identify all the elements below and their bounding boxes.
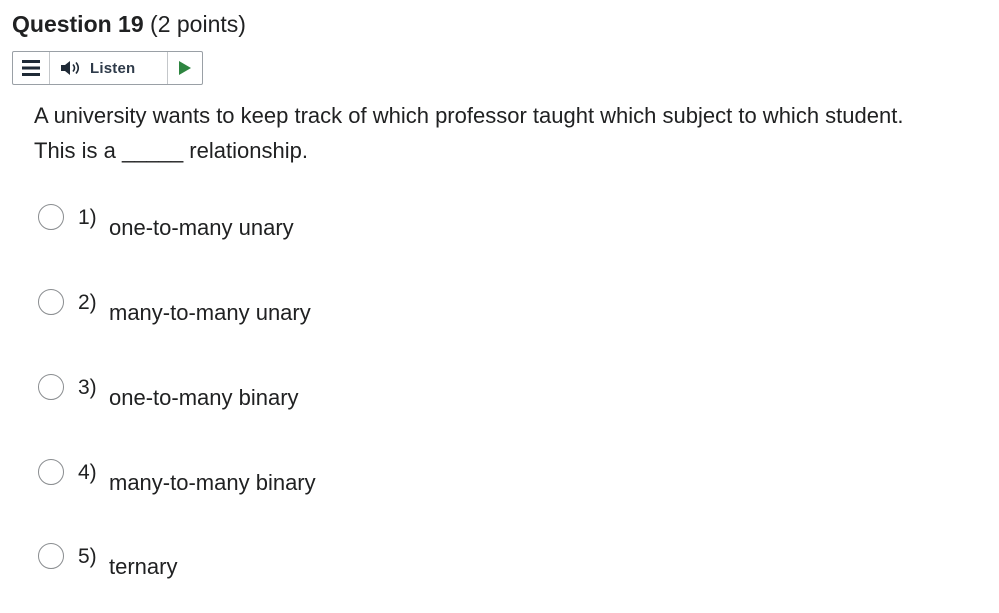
option-label: many-to-many binary bbox=[109, 470, 316, 495]
option-label: one-to-many unary bbox=[109, 215, 294, 240]
option-number: 4) bbox=[78, 461, 97, 484]
question-header: Question 19 (2 points) bbox=[12, 8, 246, 40]
hamburger-menu-icon bbox=[22, 60, 40, 76]
answer-option-3[interactable]: 3) one-to-many binary bbox=[38, 366, 538, 416]
listen-toolbar: Listen bbox=[12, 51, 203, 85]
question-text: A university wants to keep track of whic… bbox=[34, 103, 904, 163]
speaker-icon bbox=[61, 61, 80, 75]
radio-button[interactable] bbox=[38, 204, 64, 230]
answer-option-5[interactable]: 5) ternary bbox=[38, 535, 538, 585]
option-label: ternary bbox=[109, 554, 178, 579]
option-number: 3) bbox=[78, 376, 97, 399]
option-label: one-to-many binary bbox=[109, 385, 299, 410]
question-points: (2 points) bbox=[150, 11, 246, 37]
answer-option-4[interactable]: 4) many-to-many binary bbox=[38, 451, 538, 501]
option-label: many-to-many unary bbox=[109, 300, 311, 325]
answer-option-2[interactable]: 2) many-to-many unary bbox=[38, 281, 538, 331]
option-number: 5) bbox=[78, 545, 97, 568]
radio-button[interactable] bbox=[38, 374, 64, 400]
radio-button[interactable] bbox=[38, 289, 64, 315]
play-icon bbox=[179, 61, 191, 75]
radio-button[interactable] bbox=[38, 459, 64, 485]
option-number: 1) bbox=[78, 206, 97, 229]
radio-button[interactable] bbox=[38, 543, 64, 569]
play-button[interactable] bbox=[168, 52, 202, 84]
answer-option-1[interactable]: 1) one-to-many unary bbox=[38, 196, 538, 246]
listen-button[interactable]: Listen bbox=[50, 52, 168, 84]
listen-label: Listen bbox=[90, 59, 136, 77]
question-title: Question 19 bbox=[12, 11, 144, 37]
menu-button[interactable] bbox=[13, 52, 50, 84]
option-number: 2) bbox=[78, 291, 97, 314]
